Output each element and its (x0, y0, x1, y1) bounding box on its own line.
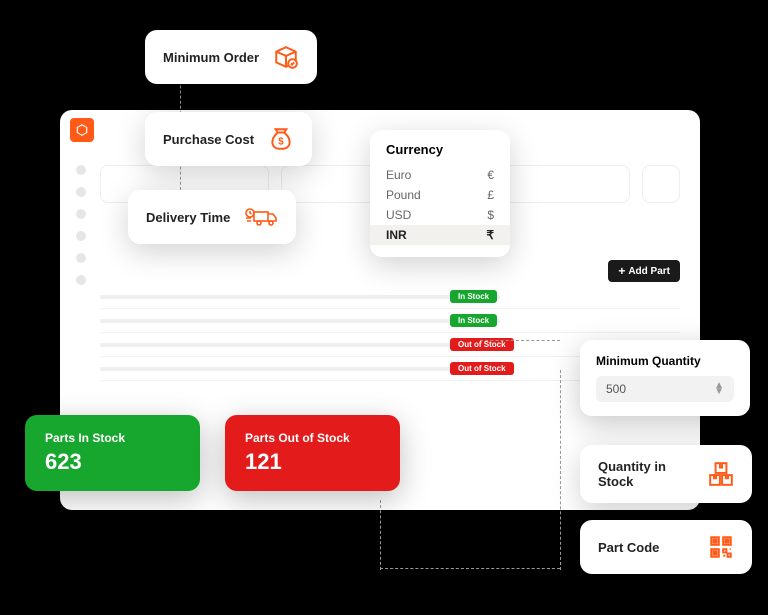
parts-in-stock-card: Parts In Stock 623 (25, 415, 200, 491)
sidebar-item[interactable] (76, 231, 86, 241)
sidebar-item[interactable] (76, 165, 86, 175)
package-check-icon (273, 44, 299, 70)
stat-label: Parts Out of Stock (245, 431, 380, 445)
quantity-in-stock-label: Quantity in Stock (598, 459, 694, 489)
delivery-time-card: Delivery Time (128, 190, 296, 244)
sidebar-item[interactable] (76, 187, 86, 197)
row-placeholder (100, 343, 500, 347)
currency-title: Currency (370, 142, 510, 165)
app-logo-icon (70, 118, 94, 142)
quantity-in-stock-card: Quantity in Stock (580, 445, 752, 503)
svg-text:$: $ (278, 136, 284, 147)
header-action[interactable] (642, 165, 680, 203)
money-bag-icon: $ (268, 126, 294, 152)
boxes-icon (708, 461, 734, 487)
part-code-card: Part Code (580, 520, 752, 574)
quantity-stepper[interactable]: 500 ▲▼ (596, 376, 734, 402)
purchase-cost-label: Purchase Cost (163, 132, 254, 147)
connector-line (380, 500, 381, 570)
add-part-label: Add Part (628, 266, 670, 277)
parts-out-of-stock-card: Parts Out of Stock 121 (225, 415, 400, 491)
status-badge: Out of Stock (450, 362, 514, 375)
minimum-order-card: Minimum Order (145, 30, 317, 84)
sidebar-item[interactable] (76, 209, 86, 219)
table-row[interactable]: In Stock (100, 309, 680, 333)
stat-value: 121 (245, 449, 380, 475)
row-placeholder (100, 319, 500, 323)
currency-option-usd[interactable]: USD $ (370, 205, 510, 225)
delivery-truck-icon (244, 204, 278, 230)
status-badge: In Stock (450, 290, 497, 303)
currency-dropdown[interactable]: Currency Euro € Pound £ USD $ INR ₹ (370, 130, 510, 257)
quantity-value: 500 (606, 382, 626, 396)
purchase-cost-card: Purchase Cost $ (145, 112, 312, 166)
stepper-arrows-icon[interactable]: ▲▼ (714, 383, 724, 395)
stat-label: Parts In Stock (45, 431, 180, 445)
connector-line (560, 370, 561, 570)
delivery-time-label: Delivery Time (146, 210, 230, 225)
currency-option-pound[interactable]: Pound £ (370, 185, 510, 205)
minimum-order-label: Minimum Order (163, 50, 259, 65)
currency-option-euro[interactable]: Euro € (370, 165, 510, 185)
sidebar-item[interactable] (76, 253, 86, 263)
row-placeholder (100, 367, 500, 371)
add-part-button[interactable]: Add Part (608, 260, 680, 282)
minimum-quantity-card: Minimum Quantity 500 ▲▼ (580, 340, 750, 416)
row-placeholder (100, 295, 500, 299)
status-badge: In Stock (450, 314, 497, 327)
connector-line (480, 340, 560, 341)
table-row[interactable]: In Stock (100, 285, 680, 309)
stat-value: 623 (45, 449, 180, 475)
minimum-quantity-label: Minimum Quantity (596, 354, 734, 368)
connector-line (380, 568, 560, 569)
part-code-label: Part Code (598, 540, 659, 555)
sidebar-nav (76, 165, 86, 285)
qr-code-icon (708, 534, 734, 560)
sidebar-item[interactable] (76, 275, 86, 285)
currency-option-inr[interactable]: INR ₹ (370, 225, 510, 245)
